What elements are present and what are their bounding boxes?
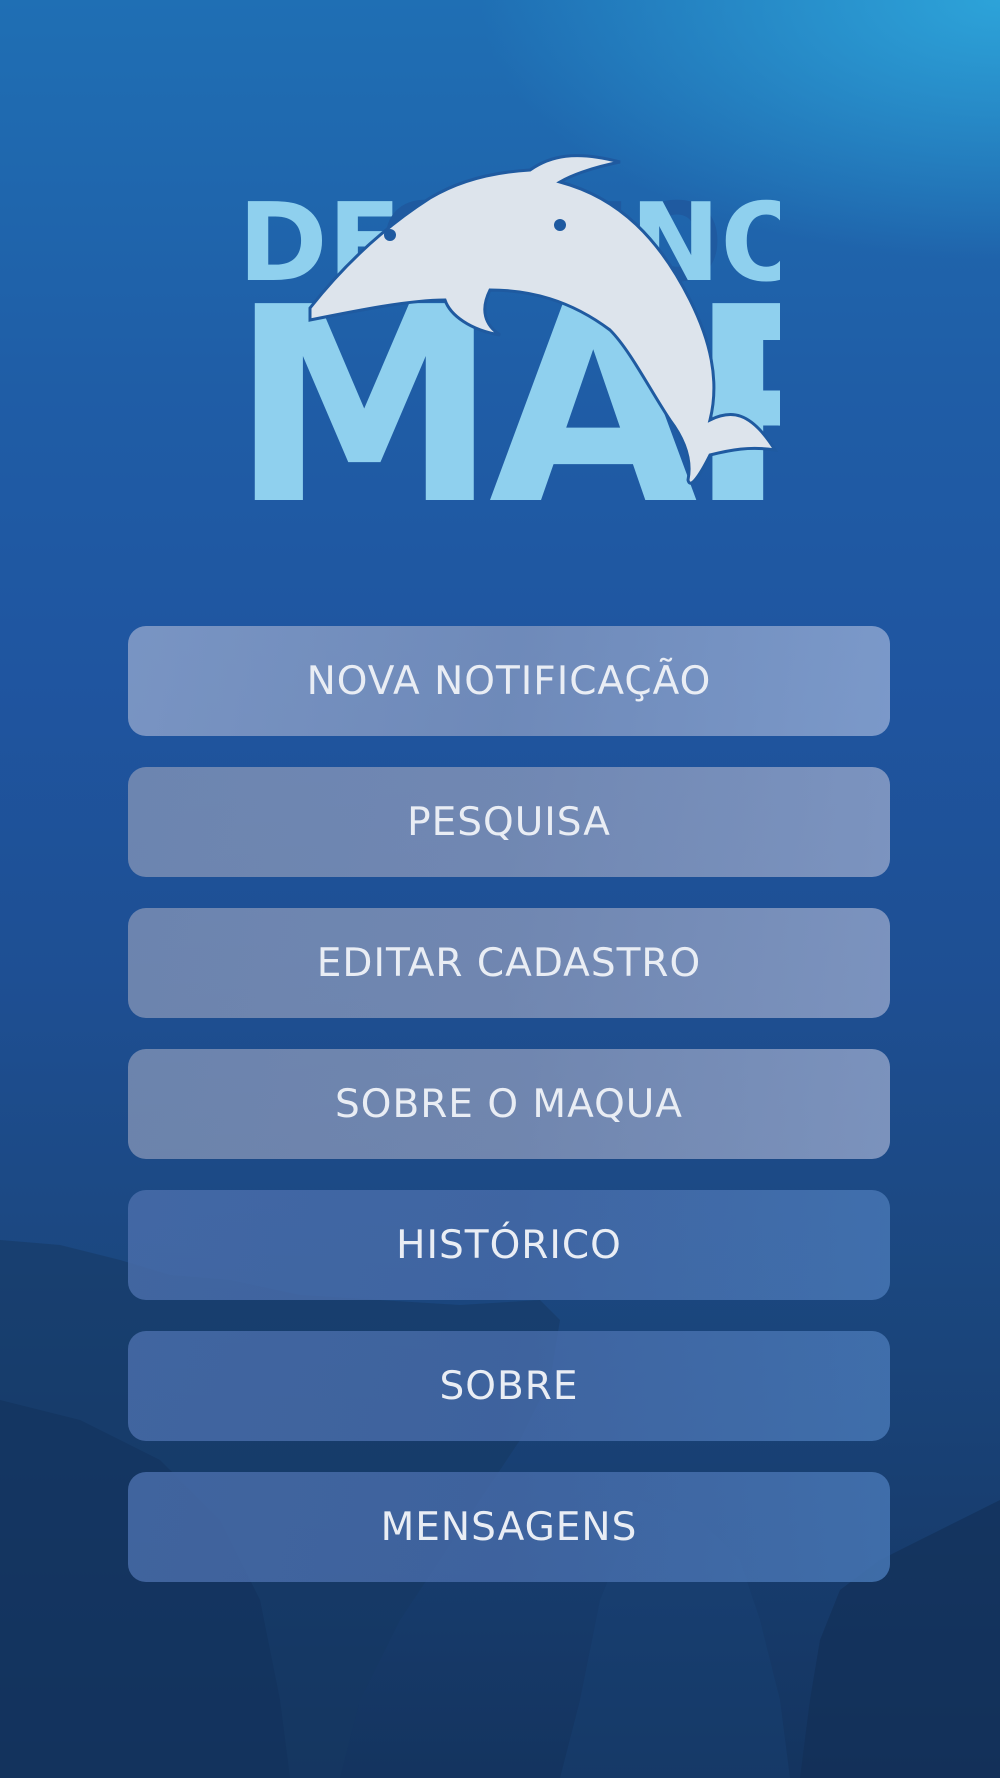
nova-notificacao-button[interactable]: NOVA NOTIFICAÇÃO xyxy=(128,626,890,736)
main-menu: NOVA NOTIFICAÇÃO PESQUISA EDITAR CADASTR… xyxy=(128,626,890,1613)
historico-button[interactable]: HISTÓRICO xyxy=(128,1190,890,1300)
sobre-label: SOBRE xyxy=(439,1363,579,1409)
sobre-o-maqua-button[interactable]: SOBRE O MAQUA xyxy=(128,1049,890,1159)
nova-notificacao-label: NOVA NOTIFICAÇÃO xyxy=(306,658,712,704)
mensagens-button[interactable]: MENSAGENS xyxy=(128,1472,890,1582)
pesquisa-label: PESQUISA xyxy=(407,799,611,845)
mensagens-label: MENSAGENS xyxy=(380,1504,638,1550)
sobre-button[interactable]: SOBRE xyxy=(128,1331,890,1441)
app-logo: DE OLHO NO MAR xyxy=(230,150,900,564)
home-screen: DE OLHO NO MAR NOVA NOTIFICAÇÃO PESQUISA… xyxy=(0,0,1000,1778)
sobre-o-maqua-label: SOBRE O MAQUA xyxy=(334,1081,683,1127)
pesquisa-button[interactable]: PESQUISA xyxy=(128,767,890,877)
editar-cadastro-button[interactable]: EDITAR CADASTRO xyxy=(128,908,890,1018)
editar-cadastro-label: EDITAR CADASTRO xyxy=(316,940,702,986)
historico-label: HISTÓRICO xyxy=(396,1222,622,1268)
